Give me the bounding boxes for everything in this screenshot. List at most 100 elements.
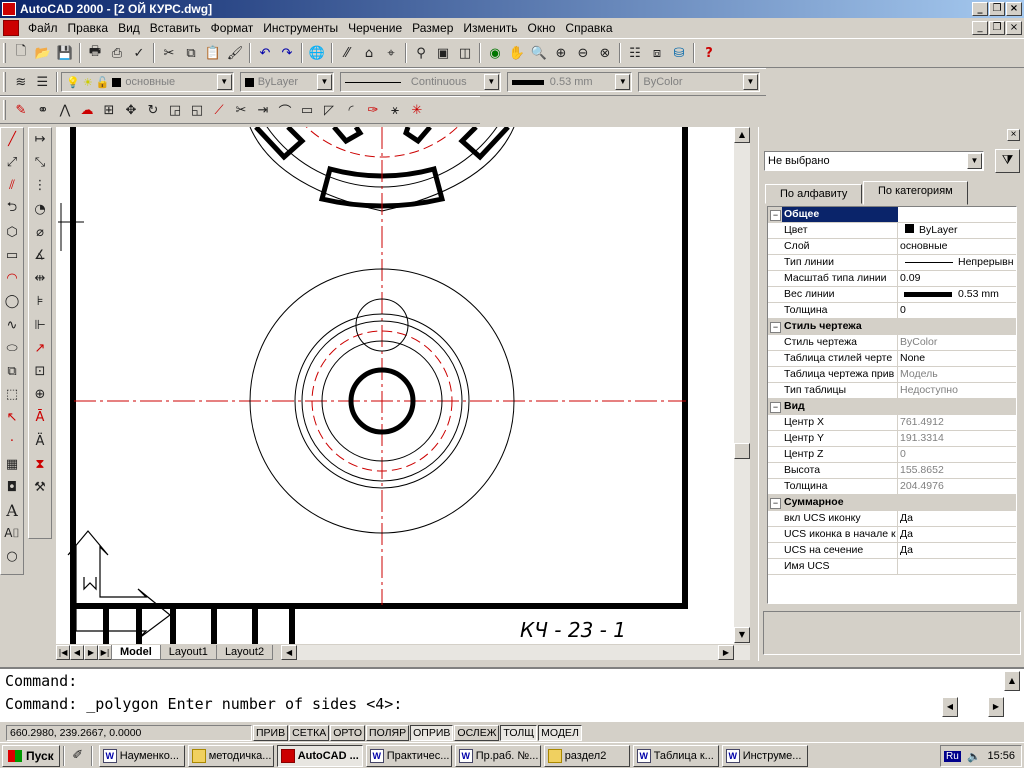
insert-block-icon[interactable]: ⧉ bbox=[1, 360, 23, 383]
print-icon[interactable]: 🖶 bbox=[84, 42, 106, 64]
make-block-icon[interactable]: ⬚ bbox=[1, 383, 23, 406]
property-value[interactable]: основные bbox=[898, 239, 1016, 254]
property-value[interactable]: Модель bbox=[898, 367, 1016, 382]
property-value[interactable]: 191.3314 bbox=[898, 431, 1016, 446]
leader-icon[interactable]: ↗ bbox=[29, 337, 51, 360]
property-row[interactable]: Центр X 761.4912 bbox=[768, 415, 1016, 431]
property-value[interactable]: 761.4912 bbox=[898, 415, 1016, 430]
property-row[interactable]: UCS иконка в начале к Да bbox=[768, 527, 1016, 543]
status-toggle-3[interactable]: ПОЛЯР bbox=[366, 724, 410, 741]
doc-restore-button[interactable]: ❐ bbox=[989, 21, 1005, 35]
task-button[interactable]: W Инструме... bbox=[721, 744, 808, 767]
zoom-previous-icon[interactable]: ⊖ bbox=[572, 42, 594, 64]
task-button[interactable]: W Пр.раб. №... bbox=[454, 744, 541, 767]
pan-icon[interactable]: ✋ bbox=[506, 42, 528, 64]
command-scroll-left-icon[interactable]: ◀ bbox=[942, 697, 958, 717]
mirror-icon[interactable]: ⋀ bbox=[54, 99, 76, 121]
help-icon[interactable]: ? bbox=[698, 42, 720, 64]
quick-select-icon[interactable]: ⧩ bbox=[995, 149, 1020, 173]
doc-minimize-button[interactable]: _ bbox=[972, 21, 988, 35]
ellipse-icon[interactable]: ⬭ bbox=[1, 337, 23, 360]
break-icon[interactable]: ⌒ bbox=[274, 99, 296, 121]
hyperlink-icon[interactable]: 🌐 bbox=[306, 42, 328, 64]
hatch-icon[interactable]: ▦ bbox=[1, 453, 23, 476]
status-toggle-7[interactable]: МОДЕЛ bbox=[538, 724, 582, 741]
move-icon[interactable]: ✥ bbox=[120, 99, 142, 121]
property-row[interactable]: Таблица чертежа прив Модель bbox=[768, 367, 1016, 383]
minimize-button[interactable]: _ bbox=[972, 2, 988, 16]
property-row[interactable]: Центр Z0 bbox=[768, 447, 1016, 463]
volume-icon[interactable]: 🔈 bbox=[967, 750, 981, 763]
collapse-icon[interactable] bbox=[768, 495, 782, 510]
plotstyle-combo[interactable]: ByColor ▼ bbox=[638, 72, 761, 92]
chevron-down-icon[interactable]: ▼ bbox=[483, 74, 499, 90]
first-tab-icon[interactable]: |◀ bbox=[56, 645, 70, 660]
property-value[interactable] bbox=[898, 559, 1016, 574]
dimension-update-icon[interactable]: ⧗ bbox=[29, 453, 51, 476]
property-value[interactable]: 0 bbox=[898, 303, 1016, 318]
point-icon[interactable]: ↖ bbox=[1, 406, 23, 429]
spline-icon[interactable]: ∿ bbox=[1, 314, 23, 337]
menu-item-1[interactable]: Правка bbox=[63, 19, 114, 37]
menu-item-3[interactable]: Вставить bbox=[145, 19, 206, 37]
status-toggle-0[interactable]: ПРИВ bbox=[253, 724, 289, 741]
radius-dimension-icon[interactable]: ◔ bbox=[29, 198, 51, 221]
fillet-icon[interactable]: ◜ bbox=[340, 99, 362, 121]
property-value[interactable]: 155.8652 bbox=[898, 463, 1016, 478]
point-dot-icon[interactable]: · bbox=[1, 429, 23, 452]
array-icon[interactable]: ⊞ bbox=[98, 99, 120, 121]
scroll-thumb[interactable] bbox=[734, 443, 750, 459]
named-views-icon[interactable]: ▣ bbox=[432, 42, 454, 64]
distance-icon[interactable]: ⚲ bbox=[410, 42, 432, 64]
property-row[interactable]: Цвет ByLayer bbox=[768, 223, 1016, 239]
command-window[interactable]: Command: Command: _polygon Enter number … bbox=[0, 667, 1024, 722]
redo-icon[interactable]: ↷ bbox=[276, 42, 298, 64]
property-row[interactable]: Тип линии Непрерывн bbox=[768, 255, 1016, 271]
open-icon[interactable]: 📂 bbox=[32, 42, 54, 64]
offset-icon[interactable]: ☁ bbox=[76, 99, 98, 121]
chevron-down-icon[interactable]: ▼ bbox=[743, 74, 759, 90]
menu-item-5[interactable]: Инструменты bbox=[258, 19, 343, 37]
task-button[interactable]: раздел2 bbox=[543, 744, 630, 767]
doc-close-button[interactable]: × bbox=[1006, 21, 1022, 35]
command-scroll-right-icon[interactable]: ▶ bbox=[988, 697, 1004, 717]
property-row[interactable]: Стиль чертежа ByColor bbox=[768, 335, 1016, 351]
linetype-combo[interactable]: Continuous ▼ bbox=[339, 72, 501, 92]
last-tab-icon[interactable]: ▶| bbox=[98, 645, 112, 660]
status-toggle-1[interactable]: СЕТКА bbox=[289, 724, 330, 741]
property-row[interactable]: Толщина 204.4976 bbox=[768, 479, 1016, 495]
property-row[interactable]: Толщина 0 bbox=[768, 303, 1016, 319]
stretch-icon[interactable]: ◱ bbox=[186, 99, 208, 121]
property-value[interactable]: 0 bbox=[898, 447, 1016, 462]
command-prompt-line[interactable]: Command: _polygon Enter number of sides … bbox=[0, 692, 1024, 715]
tab-categorized[interactable]: По категориям bbox=[863, 181, 968, 205]
property-value[interactable]: Непрерывн bbox=[898, 255, 1016, 270]
ordinate-dimension-icon[interactable]: ⋮ bbox=[29, 174, 51, 197]
polygon-icon[interactable]: ⬡ bbox=[1, 221, 23, 244]
3d-orbit-icon[interactable]: ◉ bbox=[484, 42, 506, 64]
task-button[interactable]: W Практичес... bbox=[365, 744, 452, 767]
design-center-icon[interactable]: ⧈ bbox=[646, 42, 668, 64]
menu-item-7[interactable]: Размер bbox=[407, 19, 458, 37]
property-row[interactable]: Тип таблицы Недоступно bbox=[768, 383, 1016, 399]
dimension-text-edit-icon[interactable]: Ä bbox=[29, 429, 51, 452]
magic-icon[interactable]: ✳ bbox=[406, 99, 428, 121]
menu-item-6[interactable]: Черчение bbox=[343, 19, 407, 37]
drawing-svg[interactable]: КЧ - 23 - 1 bbox=[56, 127, 734, 644]
continue-dimension-icon[interactable]: ⊩ bbox=[29, 314, 51, 337]
donut-icon[interactable]: ○ bbox=[1, 545, 23, 568]
property-value[interactable]: ByColor bbox=[898, 335, 1016, 350]
property-value[interactable]: 0.09 bbox=[898, 271, 1016, 286]
undo-icon[interactable]: ↶ bbox=[254, 42, 276, 64]
property-row[interactable]: Имя UCS bbox=[768, 559, 1016, 575]
multiline-icon[interactable]: ⫽ bbox=[1, 174, 23, 197]
close-icon[interactable]: × bbox=[1007, 129, 1020, 141]
property-category[interactable]: Вид bbox=[768, 399, 1016, 415]
tracking-icon[interactable]: ⌂ bbox=[358, 42, 380, 64]
layout-tab-model[interactable]: Model bbox=[111, 645, 161, 660]
property-value[interactable]: 0.53 mm bbox=[898, 287, 1016, 302]
copy-icon[interactable]: ⧉ bbox=[180, 42, 202, 64]
tolerance-icon[interactable]: ⊡ bbox=[29, 360, 51, 383]
menu-item-8[interactable]: Изменить bbox=[458, 19, 522, 37]
new-icon[interactable]: 🗋 bbox=[10, 42, 32, 64]
